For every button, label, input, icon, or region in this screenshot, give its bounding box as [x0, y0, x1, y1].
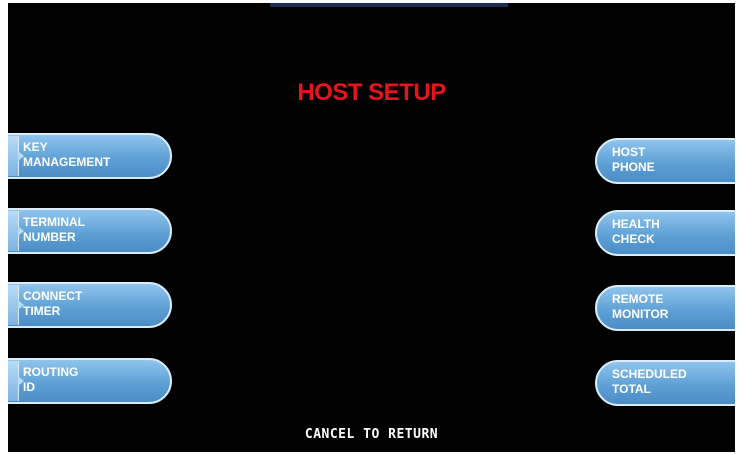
- button-label-line2: CHECK: [612, 232, 655, 246]
- health-check-button[interactable]: HEALTH CHECK: [595, 210, 735, 256]
- button-label-line2: MANAGEMENT: [23, 155, 111, 169]
- left-button-tab-3: [8, 285, 24, 325]
- button-label-line2: MONITOR: [612, 307, 669, 321]
- button-label-line2: NUMBER: [23, 230, 76, 244]
- host-phone-button[interactable]: HOST PHONE: [595, 138, 735, 184]
- button-label-line2: ID: [23, 380, 35, 394]
- key-management-button[interactable]: KEY MANAGEMENT: [8, 133, 172, 179]
- button-label-line1: REMOTE: [612, 292, 664, 306]
- button-label-line1: HOST: [612, 145, 646, 159]
- atm-screen: HOST SETUP KEY MANAGEMENT TERMINAL NUMBE…: [8, 3, 735, 452]
- button-label-line1: TERMINAL: [23, 215, 85, 229]
- top-strip: [270, 3, 508, 7]
- button-label-line2: PHONE: [612, 160, 655, 174]
- left-button-tab-4: [8, 361, 24, 401]
- scheduled-total-button[interactable]: SCHEDULED TOTAL: [595, 360, 735, 406]
- page-title: HOST SETUP: [297, 79, 446, 106]
- button-label-line1: SCHEDULED: [612, 367, 687, 381]
- left-button-tab-2: [8, 211, 24, 251]
- button-label-line1: ROUTING: [23, 365, 79, 379]
- button-label-line1: HEALTH: [612, 217, 660, 231]
- remote-monitor-button[interactable]: REMOTE MONITOR: [595, 285, 735, 331]
- connect-timer-button[interactable]: CONNECT TIMER: [8, 282, 172, 328]
- routing-id-button[interactable]: ROUTING ID: [8, 358, 172, 404]
- button-label-line1: KEY: [23, 140, 48, 154]
- terminal-number-button[interactable]: TERMINAL NUMBER: [8, 208, 172, 254]
- button-label-line2: TOTAL: [612, 382, 651, 396]
- button-label-line1: CONNECT: [23, 289, 83, 303]
- button-label-line2: TIMER: [23, 304, 61, 318]
- cancel-prompt: CANCEL TO RETURN: [304, 427, 439, 442]
- left-button-tab-1: [8, 136, 24, 176]
